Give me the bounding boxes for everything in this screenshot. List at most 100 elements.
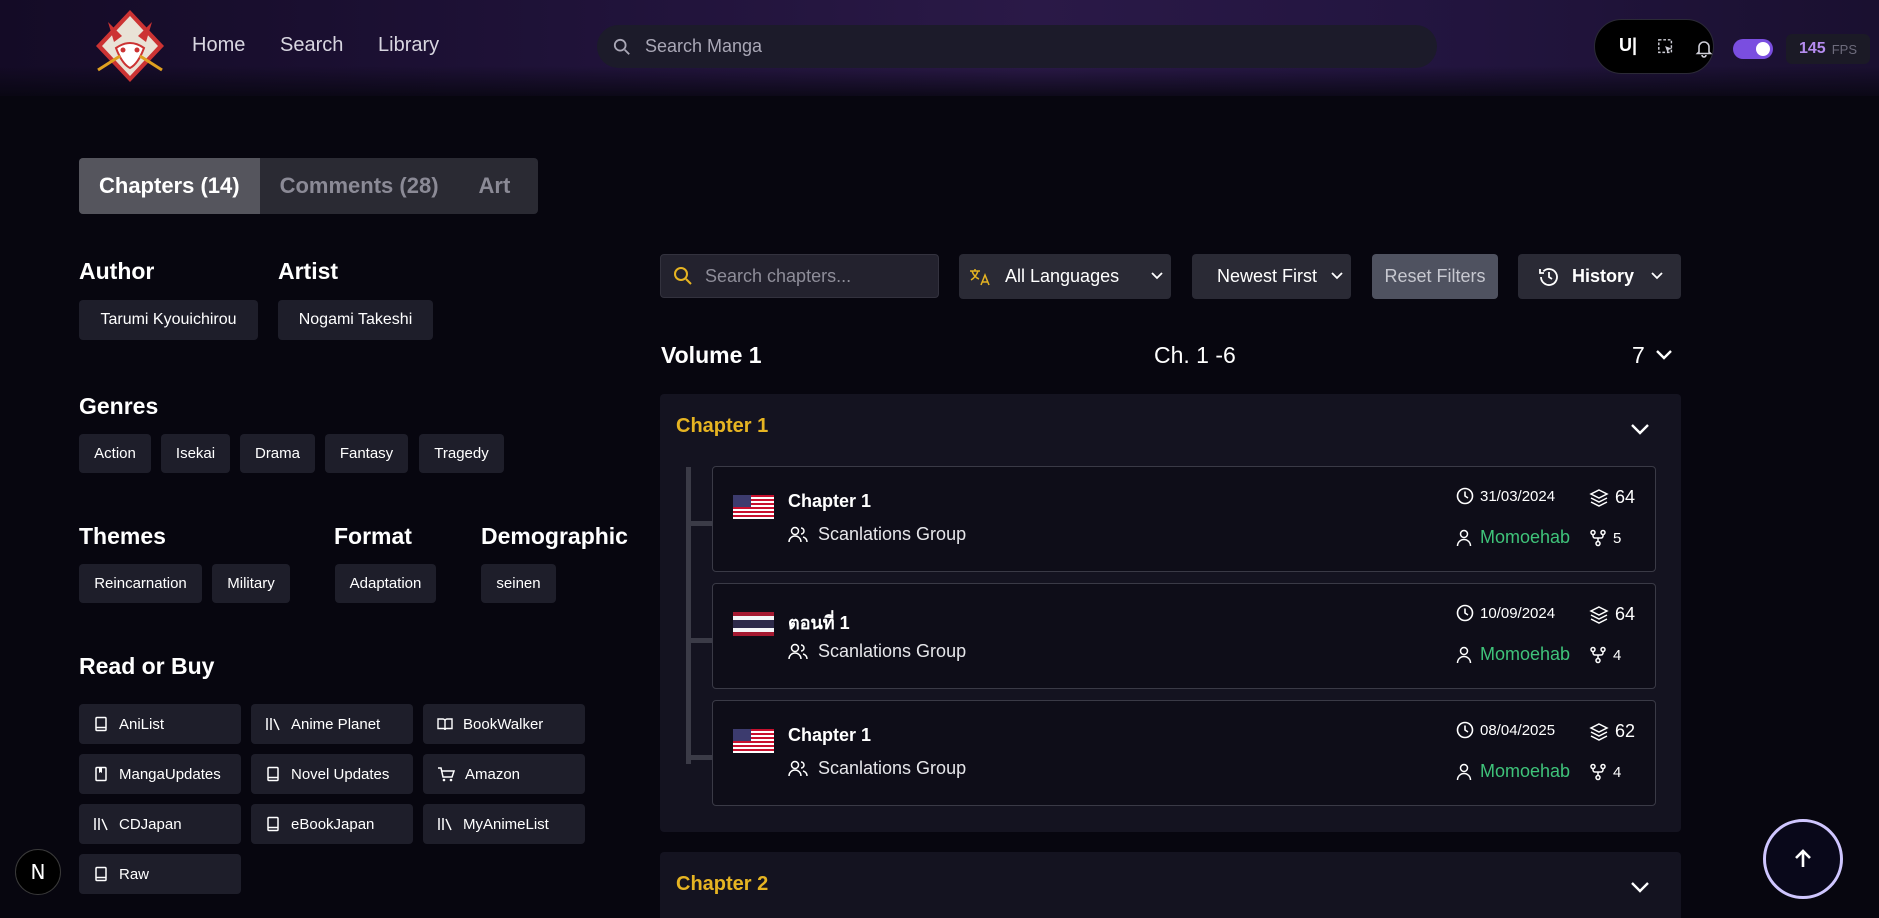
- users-icon: [788, 760, 808, 776]
- clock-icon: [1456, 487, 1474, 505]
- chevron-down-icon[interactable]: [1655, 348, 1673, 362]
- genre-tag[interactable]: Isekai: [161, 434, 230, 473]
- chapter-entry-title: ตอนที่ 1: [788, 613, 850, 633]
- link-label: Novel Updates: [291, 765, 390, 783]
- uploader-link[interactable]: Momoehab: [1456, 644, 1570, 665]
- volume-title: Volume 1: [661, 342, 762, 368]
- artist-heading: Artist: [278, 258, 339, 284]
- global-search-input[interactable]: Search Manga: [597, 25, 1437, 68]
- nav-search[interactable]: Search: [280, 34, 343, 57]
- link-label: MyAnimeList: [463, 815, 549, 833]
- chevron-down-icon[interactable]: [1630, 880, 1650, 894]
- book-icon: [95, 866, 107, 882]
- volume-chapter-range: Ch. 1 -6: [1154, 342, 1236, 368]
- fork-count: 4: [1589, 763, 1621, 781]
- tab-art[interactable]: Art: [459, 158, 531, 214]
- open-book-icon: [437, 718, 453, 731]
- chevron-down-icon: [1651, 272, 1663, 280]
- theme-tag[interactable]: Military: [212, 564, 290, 603]
- upload-date: 10/09/2024: [1456, 604, 1555, 622]
- search-icon: [674, 267, 692, 285]
- chapter-entry-title: Chapter 1: [788, 725, 872, 745]
- tree-line: [686, 467, 691, 764]
- link-raw[interactable]: Raw: [79, 854, 241, 894]
- us-flag-icon: [733, 729, 774, 753]
- fox-mask-logo[interactable]: [92, 8, 168, 84]
- link-anilist[interactable]: AniList: [79, 704, 241, 744]
- volume-count[interactable]: 7: [1632, 342, 1645, 369]
- users-icon: [788, 526, 808, 542]
- link-label: AniList: [119, 715, 165, 733]
- link-cdjapan[interactable]: CDJapan: [79, 804, 241, 844]
- page-count-value: 64: [1615, 487, 1636, 507]
- nav-home[interactable]: Home: [192, 34, 245, 57]
- link-ebookjapan[interactable]: eBookJapan: [251, 804, 413, 844]
- nav-library[interactable]: Library: [378, 34, 439, 57]
- link-label: CDJapan: [119, 815, 182, 833]
- book-icon: [267, 766, 279, 782]
- translate-icon: [970, 268, 990, 285]
- sort-select[interactable]: Newest First: [1192, 254, 1351, 299]
- theme-toggle[interactable]: [1733, 39, 1773, 59]
- genre-tag[interactable]: Tragedy: [419, 434, 504, 473]
- genre-tag[interactable]: Fantasy: [325, 434, 408, 473]
- genre-tag[interactable]: Action: [79, 434, 151, 473]
- genre-tag[interactable]: Drama: [240, 434, 315, 473]
- upload-date: 31/03/2024: [1456, 487, 1555, 505]
- history-dropdown-button[interactable]: History: [1518, 254, 1681, 299]
- uploader-link[interactable]: Momoehab: [1456, 761, 1570, 782]
- artist-chip[interactable]: Nogami Takeshi: [278, 300, 433, 340]
- chapter-entry[interactable]: Chapter 1 Scanlations Group 31/03/2024 6…: [712, 466, 1656, 572]
- author-chip[interactable]: Tarumi Kyouichirou: [79, 300, 258, 340]
- uploader-name: Momoehab: [1480, 644, 1571, 664]
- thai-flag-icon: [733, 612, 774, 636]
- clock-icon: [1456, 721, 1474, 739]
- link-bookwalker[interactable]: BookWalker: [423, 704, 585, 744]
- book-icon: [95, 716, 107, 732]
- chevron-down-icon[interactable]: [1630, 422, 1650, 436]
- chapter-entry-title: Chapter 1: [788, 491, 872, 511]
- scroll-to-top-button[interactable]: [1763, 819, 1843, 899]
- page-count-value: 62: [1615, 721, 1636, 741]
- read-or-buy-heading: Read or Buy: [79, 653, 215, 679]
- fork-count-value: 4: [1613, 646, 1622, 664]
- scanlation-group[interactable]: Scanlations Group: [788, 524, 966, 545]
- language-select[interactable]: All Languages: [959, 254, 1171, 299]
- bell-icon[interactable]: [1694, 38, 1714, 58]
- link-amazon[interactable]: Amazon: [423, 754, 585, 794]
- chapter-search-input[interactable]: Search chapters...: [660, 254, 939, 298]
- link-label: Raw: [119, 865, 150, 883]
- chapter-entry[interactable]: Chapter 1 Scanlations Group 08/04/2025 6…: [712, 700, 1656, 806]
- reset-filters-button[interactable]: Reset Filters: [1372, 254, 1498, 299]
- link-label: Anime Planet: [291, 715, 381, 733]
- chapter-entry[interactable]: ตอนที่ 1 Scanlations Group 10/09/2024 64…: [712, 583, 1656, 689]
- page-count: 62: [1589, 721, 1635, 742]
- tab-comments[interactable]: Comments (28): [260, 158, 459, 214]
- fork-count: 4: [1589, 646, 1621, 664]
- link-myanimelist[interactable]: MyAnimeList: [423, 804, 585, 844]
- git-fork-icon: [1590, 646, 1606, 664]
- tree-branch: [688, 638, 712, 643]
- link-anime-planet[interactable]: Anime Planet: [251, 704, 413, 744]
- ui-toggle-label[interactable]: U|: [1619, 35, 1637, 56]
- link-novel-updates[interactable]: Novel Updates: [251, 754, 413, 794]
- upload-date-value: 10/09/2024: [1480, 604, 1556, 622]
- chapter-group-title[interactable]: Chapter 1: [676, 415, 768, 438]
- fork-count-value: 4: [1613, 763, 1622, 781]
- history-icon: [1539, 267, 1558, 286]
- tab-chapters[interactable]: Chapters (14): [79, 158, 260, 214]
- nextjs-badge[interactable]: N: [15, 849, 61, 895]
- scanlation-group[interactable]: Scanlations Group: [788, 641, 966, 662]
- chapter-group-title[interactable]: Chapter 2: [676, 873, 768, 896]
- uploader-link[interactable]: Momoehab: [1456, 527, 1570, 548]
- git-fork-icon: [1590, 763, 1606, 781]
- scanlation-group[interactable]: Scanlations Group: [788, 758, 966, 779]
- uploader-name: Momoehab: [1480, 761, 1571, 781]
- format-tag[interactable]: Adaptation: [335, 564, 436, 603]
- theme-tag[interactable]: Reincarnation: [79, 564, 202, 603]
- link-mangaupdates[interactable]: MangaUpdates: [79, 754, 241, 794]
- chapter-search-placeholder: Search chapters...: [705, 265, 852, 286]
- select-element-icon[interactable]: [1657, 38, 1675, 56]
- demographic-tag[interactable]: seinen: [481, 564, 556, 603]
- page-count: 64: [1589, 604, 1635, 625]
